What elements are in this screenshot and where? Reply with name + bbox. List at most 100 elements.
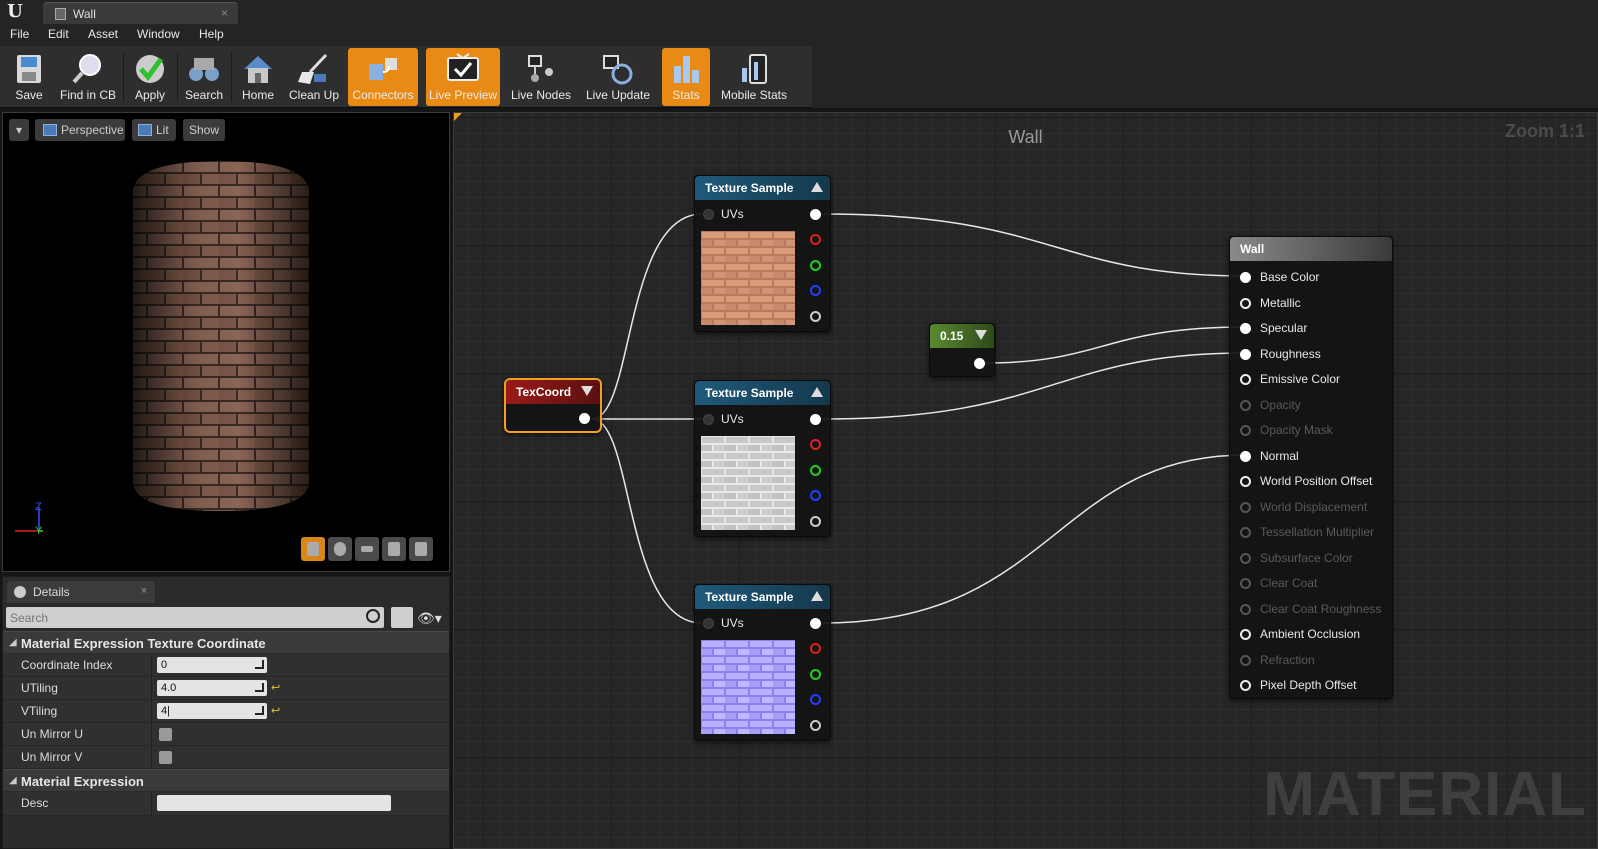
category-material-expression[interactable]: ◢ Material Expression — [3, 769, 449, 791]
result-input-pin[interactable] — [1240, 272, 1251, 283]
property-name: Coordinate Index — [21, 658, 113, 672]
spin-icon — [255, 683, 264, 692]
blue-output-pin[interactable] — [810, 490, 821, 501]
result-input-pin[interactable] — [1240, 348, 1251, 360]
texture-sample-node-1[interactable]: Texture Sample UVs — [694, 175, 831, 332]
clean-up-button[interactable]: Clean Up — [284, 48, 344, 106]
reset-to-default-icon[interactable]: ↩ — [271, 681, 280, 694]
result-input-pin[interactable] — [1240, 323, 1251, 334]
uvs-input-pin[interactable] — [703, 618, 714, 629]
document-tab-label: Wall — [73, 7, 96, 21]
menu-edit[interactable]: Edit — [48, 27, 69, 41]
document-tab[interactable]: Wall × — [43, 2, 238, 24]
collapse-arrow-icon[interactable] — [975, 330, 987, 340]
category-texture-coordinate[interactable]: ◢ Material Expression Texture Coordinate — [3, 631, 449, 653]
preview-cube-button[interactable] — [382, 537, 406, 561]
constant-output-pin[interactable] — [974, 358, 985, 369]
texcoord-node-header[interactable]: TexCoord — [506, 380, 600, 404]
texture-sample-node-2[interactable]: Texture Sample UVs — [694, 380, 831, 537]
blue-output-pin[interactable] — [810, 694, 821, 705]
menu-asset[interactable]: Asset — [88, 27, 118, 41]
collapse-arrow-icon[interactable] — [811, 182, 823, 192]
result-input-pin[interactable] — [1240, 374, 1251, 385]
green-output-pin[interactable] — [810, 465, 821, 476]
vtiling-field[interactable]: 4| — [157, 703, 267, 719]
details-search-box[interactable] — [6, 607, 384, 628]
live-nodes-button[interactable]: Live Nodes — [508, 48, 574, 106]
preview-sphere-button[interactable] — [328, 537, 352, 561]
reset-to-default-icon[interactable]: ↩ — [271, 704, 280, 717]
blue-output-pin[interactable] — [810, 285, 821, 296]
column-divider[interactable] — [151, 792, 152, 816]
green-output-pin[interactable] — [810, 669, 821, 680]
texture-sample-node-3[interactable]: Texture Sample UVs — [694, 584, 831, 741]
home-button[interactable]: Home — [234, 48, 282, 106]
menu-window[interactable]: Window — [137, 27, 180, 41]
texture-sample-header[interactable]: Texture Sample — [695, 176, 830, 200]
result-input-label: World Position Offset — [1260, 474, 1373, 488]
menu-help[interactable]: Help — [199, 27, 224, 41]
coordinate-index-field[interactable]: 0 — [157, 657, 267, 673]
material-graph[interactable]: Wall Zoom 1:1 MATERIAL TexCoord Texture … — [453, 112, 1598, 849]
unmirror-v-checkbox[interactable] — [159, 751, 172, 764]
rgb-output-pin[interactable] — [810, 414, 821, 425]
green-output-pin[interactable] — [810, 260, 821, 271]
preview-plane-button[interactable] — [355, 537, 379, 561]
collapse-arrow-icon[interactable] — [811, 387, 823, 397]
result-input-pin[interactable] — [1240, 450, 1251, 462]
texture-sample-header[interactable]: Texture Sample — [695, 585, 830, 609]
live-update-button[interactable]: Live Update — [584, 48, 652, 106]
unreal-logo-icon[interactable]: U — [4, 2, 26, 22]
search-button[interactable]: Search — [180, 48, 228, 106]
alpha-output-pin[interactable] — [810, 311, 821, 322]
unmirror-u-checkbox[interactable] — [159, 728, 172, 741]
live-preview-button[interactable]: Live Preview — [426, 48, 500, 106]
find-in-cb-label: Find in CB — [59, 88, 117, 102]
red-output-pin[interactable] — [810, 643, 821, 654]
alpha-output-pin[interactable] — [810, 516, 821, 527]
texcoord-output-pin[interactable] — [579, 413, 590, 424]
red-output-pin[interactable] — [810, 234, 821, 245]
result-input-pin[interactable] — [1240, 680, 1251, 691]
alpha-output-pin[interactable] — [810, 720, 821, 731]
details-search-input[interactable] — [10, 609, 350, 626]
find-in-cb-button[interactable]: Find in CB — [56, 48, 120, 106]
result-input-pin[interactable] — [1240, 476, 1251, 487]
rgb-output-pin[interactable] — [810, 618, 821, 629]
rgb-output-pin[interactable] — [810, 209, 821, 220]
connectors-button[interactable]: Connectors — [348, 48, 418, 106]
result-input-pin[interactable] — [1240, 297, 1251, 309]
texcoord-node[interactable]: TexCoord — [504, 378, 602, 433]
material-result-node[interactable]: Wall Base Color Metallic Specular Roughness… — [1229, 236, 1393, 699]
mobile-stats-button[interactable]: Mobile Stats — [716, 48, 792, 106]
details-icon — [14, 586, 26, 598]
menu-file[interactable]: File — [10, 27, 29, 41]
texture-sample-header[interactable]: Texture Sample — [695, 381, 830, 405]
cube-icon — [388, 542, 400, 556]
preview-viewport[interactable]: ▾ Perspective Lit Show Z Y — [2, 112, 450, 572]
apply-button[interactable]: Apply — [126, 48, 174, 106]
save-button[interactable]: Save — [4, 48, 54, 106]
result-input-label: Ambient Occlusion — [1260, 627, 1361, 641]
uvs-input-pin[interactable] — [703, 209, 714, 220]
utiling-field[interactable]: 4.0 — [157, 680, 267, 696]
collapse-arrow-icon[interactable] — [581, 386, 593, 396]
stats-button[interactable]: Stats — [662, 48, 710, 106]
close-details-icon[interactable]: × — [141, 585, 147, 597]
preview-mesh-button[interactable] — [409, 537, 433, 561]
preview-cylinder-button[interactable] — [301, 537, 325, 561]
collapse-arrow-icon[interactable] — [811, 591, 823, 601]
desc-input[interactable] — [157, 795, 391, 811]
column-divider[interactable] — [151, 654, 152, 769]
result-node-header[interactable]: Wall — [1230, 237, 1392, 261]
uvs-input-pin[interactable] — [703, 414, 714, 425]
constant-node[interactable]: 0.15 — [929, 323, 995, 377]
details-tab[interactable]: Details × — [7, 581, 155, 603]
visibility-eye-icon[interactable]: 👁▾ — [417, 610, 442, 627]
constant-node-header[interactable]: 0.15 — [930, 324, 994, 348]
result-input-pin[interactable] — [1240, 629, 1251, 640]
property-unmirror-v: Un Mirror V — [3, 746, 449, 769]
close-tab-icon[interactable]: × — [221, 6, 228, 20]
red-output-pin[interactable] — [810, 439, 821, 450]
property-matrix-icon[interactable] — [391, 607, 413, 628]
